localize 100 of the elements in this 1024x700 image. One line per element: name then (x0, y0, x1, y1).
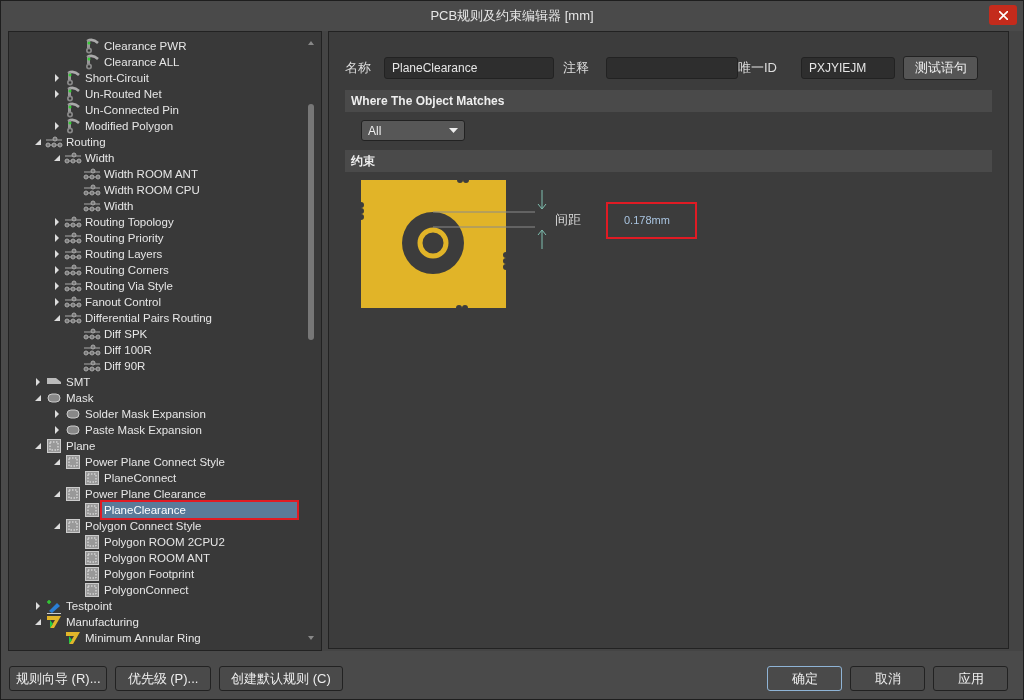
expand-arrow-icon[interactable] (55, 234, 59, 242)
tree-item[interactable]: Diff SPK (102, 326, 150, 342)
collapse-arrow-icon[interactable] (35, 619, 41, 625)
expand-arrow-icon[interactable] (55, 266, 59, 274)
routing-rule-icon (83, 200, 101, 212)
close-icon (998, 10, 1008, 20)
dialog-button[interactable]: 确定 (767, 666, 842, 691)
test-query-button[interactable]: 测试语句 (903, 56, 978, 80)
tree-item[interactable]: Clearance PWR (102, 38, 189, 54)
tree-item[interactable]: PolygonConnect (102, 582, 191, 598)
expand-arrow-icon[interactable] (36, 378, 40, 386)
collapse-arrow-icon[interactable] (54, 523, 60, 529)
expand-arrow-icon[interactable] (55, 74, 59, 82)
tree-item[interactable]: Paste Mask Expansion (83, 422, 204, 438)
comment-field[interactable] (606, 57, 738, 79)
tree-item[interactable]: Fanout Control (83, 294, 164, 310)
collapse-arrow-icon[interactable] (35, 139, 41, 145)
clearance-rule-icon (65, 102, 81, 118)
plane-rule-icon (66, 455, 80, 469)
collapse-arrow-icon[interactable] (54, 315, 60, 321)
tree-item[interactable]: PlaneClearance (102, 502, 297, 518)
match-dropdown[interactable]: All (361, 120, 465, 141)
constraint-section-header: 约束 (345, 150, 992, 172)
expand-arrow-icon[interactable] (55, 410, 59, 418)
collapse-arrow-icon[interactable] (54, 491, 60, 497)
routing-rule-icon (64, 216, 82, 228)
expand-arrow-icon[interactable] (55, 122, 59, 130)
clearance-value-field[interactable]: 0.178mm (606, 202, 697, 239)
routing-rule-icon (64, 264, 82, 276)
tree-item[interactable]: Routing Priority (83, 230, 166, 246)
routing-rule-icon (64, 312, 82, 324)
collapse-arrow-icon[interactable] (35, 443, 41, 449)
tree-item[interactable]: Short-Circuit (83, 70, 151, 86)
tree-item[interactable]: Width ROOM ANT (102, 166, 200, 182)
match-section-header: Where The Object Matches (345, 90, 992, 112)
collapse-arrow-icon[interactable] (54, 155, 60, 161)
expand-arrow-icon[interactable] (55, 90, 59, 98)
clearance-rule-icon (65, 118, 81, 134)
plane-rule-icon (66, 487, 80, 501)
tree-item[interactable]: Manufacturing (64, 614, 141, 630)
name-field[interactable]: PlaneClearance (384, 57, 554, 79)
tree-item[interactable]: Routing Corners (83, 262, 171, 278)
tree-item[interactable]: Width (102, 198, 136, 214)
probe-icon (46, 598, 62, 614)
routing-rule-icon (83, 344, 101, 356)
tree-item[interactable]: Diff 90R (102, 358, 148, 374)
expand-arrow-icon[interactable] (55, 282, 59, 290)
dialog-button[interactable]: 取消 (850, 666, 925, 691)
routing-rule-icon (64, 248, 82, 260)
comment-label: 注释 (563, 59, 589, 77)
plane-rule-icon (85, 471, 99, 485)
tree-item[interactable]: Power Plane Clearance (83, 486, 208, 502)
routing-rule-icon (83, 184, 101, 196)
tree-item[interactable]: Width (83, 150, 117, 166)
routing-rule-icon (64, 280, 82, 292)
collapse-arrow-icon[interactable] (35, 395, 41, 401)
clearance-rule-icon (65, 86, 81, 102)
plane-rule-icon (85, 567, 99, 581)
dialog-button[interactable]: 创建默认规则 (C) (219, 666, 343, 691)
tree-item[interactable]: Routing Topology (83, 214, 176, 230)
dialog-button[interactable]: 规则向导 (R)... (9, 666, 107, 691)
tree-item[interactable]: PlaneConnect (102, 470, 179, 486)
expand-arrow-icon[interactable] (55, 426, 59, 434)
tree-item[interactable]: Polygon ROOM ANT (102, 550, 213, 566)
tree-item[interactable]: Mask (64, 390, 96, 406)
tree-item[interactable]: Plane (64, 438, 98, 454)
tree-item[interactable]: Polygon Connect Style (83, 518, 204, 534)
expand-arrow-icon[interactable] (36, 602, 40, 610)
close-button[interactable] (989, 5, 1017, 25)
expand-arrow-icon[interactable] (55, 298, 59, 306)
tree-item[interactable]: SMT (64, 374, 93, 390)
routing-rule-icon (64, 232, 82, 244)
clearance-rule-icon (84, 54, 100, 70)
tree-item[interactable]: Polygon ROOM 2CPU2 (102, 534, 227, 550)
window-title: PCB规则及约束编辑器 [mm] (430, 7, 594, 25)
tree-item[interactable]: Un-Connected Pin (83, 102, 181, 118)
tree-item[interactable]: Minimum Annular Ring (83, 630, 203, 646)
tree-item[interactable]: Power Plane Connect Style (83, 454, 227, 470)
tree-item[interactable]: Diff 100R (102, 342, 154, 358)
tree-item[interactable]: Polygon Footprint (102, 566, 197, 582)
clearance-rule-icon (84, 38, 100, 54)
tree-item[interactable]: Testpoint (64, 598, 115, 614)
tree-item[interactable]: Modified Polygon (83, 118, 176, 134)
expand-arrow-icon[interactable] (55, 250, 59, 258)
routing-rule-icon (83, 168, 101, 180)
dialog-button[interactable]: 优先级 (P)... (115, 666, 211, 691)
tree-item[interactable]: Routing Via Style (83, 278, 175, 294)
tree-item[interactable]: Solder Mask Expansion (83, 406, 208, 422)
routing-rule-icon (45, 136, 63, 148)
tree-item[interactable]: Routing Layers (83, 246, 165, 262)
unique-id-field[interactable]: PXJYIEJM (801, 57, 895, 79)
tree-item[interactable]: Un-Routed Net (83, 86, 164, 102)
dialog-button[interactable]: 应用 (933, 666, 1008, 691)
expand-arrow-icon[interactable] (55, 218, 59, 226)
tree-item[interactable]: Routing (64, 134, 108, 150)
dropdown-caret-icon (449, 128, 458, 133)
tree-item[interactable]: Clearance ALL (102, 54, 182, 70)
collapse-arrow-icon[interactable] (54, 459, 60, 465)
tree-item[interactable]: Differential Pairs Routing (83, 310, 214, 326)
tree-item[interactable]: Width ROOM CPU (102, 182, 202, 198)
